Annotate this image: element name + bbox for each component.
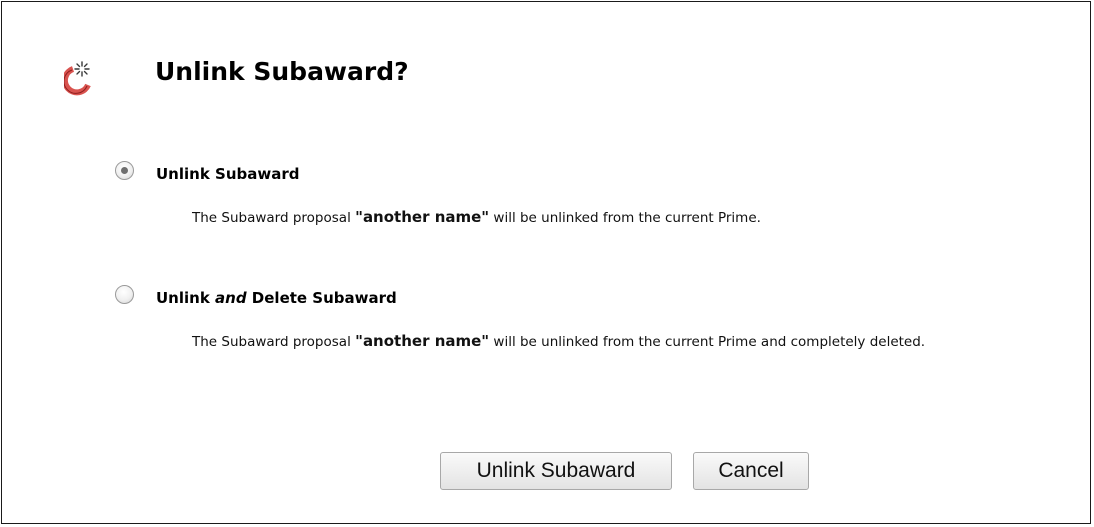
- option-unlink-row[interactable]: Unlink Subaward: [115, 160, 1075, 190]
- radio-unlink-delete[interactable]: [115, 285, 134, 304]
- option-unlink-label-text: Unlink Subaward: [156, 165, 300, 183]
- dialog-title: Unlink Subaward?: [155, 57, 409, 86]
- option-unlink: Unlink Subaward The Subaward proposal "a…: [115, 160, 1075, 226]
- option-unlink-delete-label-end: Delete Subaward: [246, 289, 397, 307]
- option-unlink-delete-label-start: Unlink: [156, 289, 216, 307]
- unlink-subaward-dialog: Unlink Subaward? Unlink Subaward The Sub…: [1, 1, 1091, 524]
- option-unlink-description: The Subaward proposal "another name" wil…: [192, 207, 1072, 229]
- subaward-name: "another name": [355, 332, 490, 350]
- option-unlink-delete-label[interactable]: Unlink and Delete Subaward: [156, 284, 397, 312]
- spinner-gear-icon: [61, 59, 94, 101]
- option-unlink-desc-end: will be unlinked from the current Prime.: [489, 210, 761, 226]
- radio-unlink[interactable]: [115, 161, 134, 180]
- unlink-subaward-button[interactable]: Unlink Subaward: [440, 452, 672, 490]
- option-unlink-delete-desc-end: will be unlinked from the current Prime …: [489, 334, 926, 350]
- cancel-button[interactable]: Cancel: [693, 452, 809, 490]
- option-unlink-delete-desc-start: The Subaward proposal: [192, 334, 356, 350]
- subaward-name: "another name": [355, 208, 490, 226]
- option-unlink-delete: Unlink and Delete Subaward The Subaward …: [115, 284, 1075, 350]
- option-unlink-desc-start: The Subaward proposal: [192, 210, 356, 226]
- option-unlink-delete-description: The Subaward proposal "another name" wil…: [192, 331, 1072, 353]
- option-unlink-label[interactable]: Unlink Subaward: [156, 160, 299, 188]
- option-unlink-delete-row[interactable]: Unlink and Delete Subaward: [115, 284, 1075, 314]
- option-unlink-delete-label-italic: and: [215, 289, 247, 307]
